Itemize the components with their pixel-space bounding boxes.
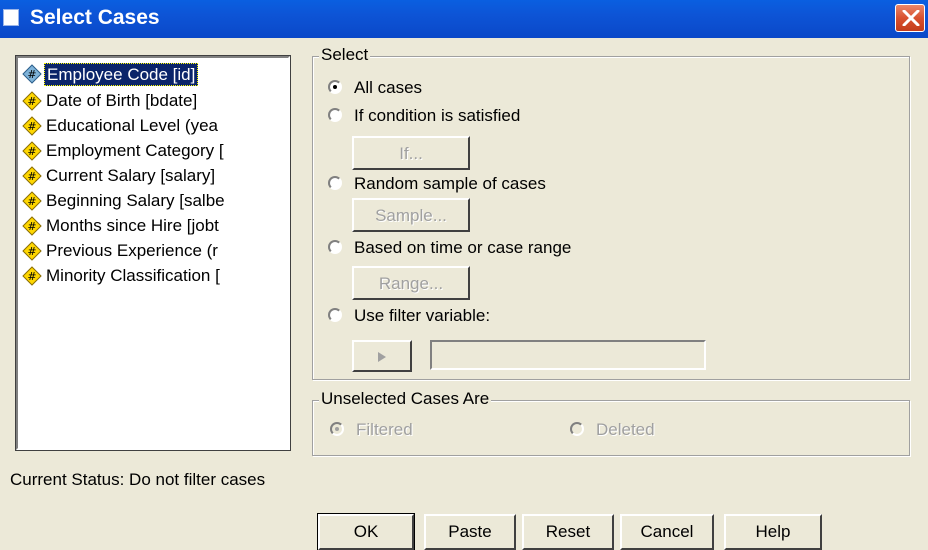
paste-button[interactable]: Paste	[424, 514, 516, 550]
filter-variable-field[interactable]	[430, 340, 706, 370]
radio-icon	[570, 422, 584, 436]
svg-text:#: #	[27, 220, 36, 233]
reset-button[interactable]: Reset	[522, 514, 614, 550]
radio-checked-icon	[328, 80, 342, 94]
svg-text:#: #	[27, 120, 36, 133]
ok-button[interactable]: OK	[317, 513, 415, 550]
svg-text:#: #	[27, 95, 36, 108]
scale-variable-icon: #	[22, 166, 42, 186]
variable-list[interactable]: # Employee Code [id] # Date of Birth [bd…	[15, 55, 291, 451]
title-bar: Select Cases	[0, 0, 928, 38]
svg-text:#: #	[27, 245, 36, 258]
scale-variable-icon: #	[22, 141, 42, 161]
range-button[interactable]: Range...	[352, 266, 470, 300]
radio-icon	[328, 108, 342, 122]
move-variable-button[interactable]	[352, 340, 412, 372]
scale-variable-icon: #	[22, 216, 42, 236]
current-status: Current Status: Do not filter cases	[10, 470, 266, 489]
close-button[interactable]	[895, 4, 925, 32]
cancel-button[interactable]: Cancel	[620, 514, 714, 550]
radio-icon	[328, 240, 342, 254]
scale-variable-icon: #	[22, 91, 42, 111]
window-title: Select Cases	[30, 6, 160, 29]
svg-text:#: #	[27, 145, 36, 158]
svg-text:#: #	[27, 68, 36, 81]
svg-text:#: #	[27, 170, 36, 183]
close-icon	[902, 10, 920, 26]
scale-variable-icon: #	[22, 64, 42, 84]
if-button[interactable]: If...	[352, 136, 470, 170]
select-group-title: Select	[319, 45, 371, 65]
scale-variable-icon: #	[22, 241, 42, 261]
scale-variable-icon: #	[22, 191, 42, 211]
window-icon	[3, 9, 19, 26]
svg-text:#: #	[27, 195, 36, 208]
arrow-right-icon	[378, 352, 386, 362]
scale-variable-icon: #	[22, 266, 42, 286]
radio-icon	[328, 176, 342, 190]
svg-text:#: #	[27, 270, 36, 283]
sample-button[interactable]: Sample...	[352, 198, 470, 232]
radio-checked-icon	[330, 422, 344, 436]
unselected-group-title: Unselected Cases Are	[319, 389, 492, 409]
scale-variable-icon: #	[22, 116, 42, 136]
radio-icon	[328, 308, 342, 322]
help-button[interactable]: Help	[724, 514, 822, 550]
